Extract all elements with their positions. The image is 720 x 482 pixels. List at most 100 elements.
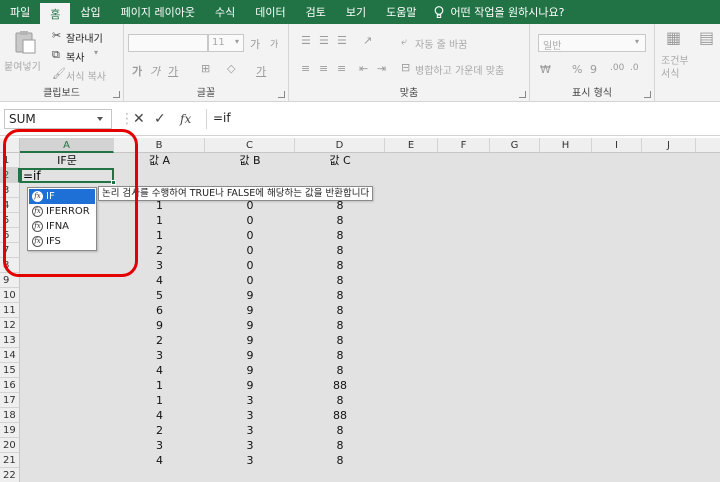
cell-d14[interactable]: 8 (295, 348, 385, 363)
cell-c21[interactable]: 3 (205, 453, 295, 468)
cell-c9[interactable]: 0 (205, 273, 295, 288)
name-box[interactable]: SUM (4, 109, 112, 129)
column-header-h[interactable]: H (540, 138, 592, 153)
cell-c6[interactable]: 0 (205, 228, 295, 243)
align-bottom-icon[interactable]: ☰ (337, 34, 347, 47)
cell-d19[interactable]: 8 (295, 423, 385, 438)
cell-b16[interactable]: 1 (114, 378, 205, 393)
tab-home[interactable]: 홈 (40, 3, 71, 24)
fill-color-icon[interactable]: ◇ (227, 62, 235, 75)
underline-button[interactable]: 가 (168, 63, 178, 79)
row-header-17[interactable]: 17 (0, 393, 20, 408)
cell-c11[interactable]: 9 (205, 303, 295, 318)
cell-b15[interactable]: 4 (114, 363, 205, 378)
row-header-4[interactable]: 4 (0, 198, 20, 213)
row-header-21[interactable]: 21 (0, 453, 20, 468)
cell-d18[interactable]: 88 (295, 408, 385, 423)
cell-b18[interactable]: 4 (114, 408, 205, 423)
cell-b9[interactable]: 4 (114, 273, 205, 288)
cell-b14[interactable]: 3 (114, 348, 205, 363)
row-header-13[interactable]: 13 (0, 333, 20, 348)
bold-button[interactable]: 가 (132, 63, 142, 79)
cell-b5[interactable]: 1 (114, 213, 205, 228)
column-header-d[interactable]: D (295, 138, 385, 153)
cell-d5[interactable]: 8 (295, 213, 385, 228)
align-left-icon[interactable]: ≡ (301, 62, 310, 75)
cell-d6[interactable]: 8 (295, 228, 385, 243)
cell-d7[interactable]: 8 (295, 243, 385, 258)
row-header-2[interactable]: 2 (0, 168, 20, 183)
cell-c17[interactable]: 3 (205, 393, 295, 408)
cell-b12[interactable]: 9 (114, 318, 205, 333)
cell-d15[interactable]: 8 (295, 363, 385, 378)
cell-b17[interactable]: 1 (114, 393, 205, 408)
tab-insert[interactable]: 삽입 (70, 0, 110, 24)
font-launcher-icon[interactable] (278, 91, 285, 98)
row-header-9[interactable]: 9 (0, 273, 20, 288)
cell-c18[interactable]: 3 (205, 408, 295, 423)
cancel-entry-button[interactable]: ✕ (133, 111, 145, 127)
tab-file[interactable]: 파일 (0, 0, 40, 24)
cell-edit-text[interactable]: =if (23, 169, 41, 183)
row-header-15[interactable]: 15 (0, 363, 20, 378)
cell-d13[interactable]: 8 (295, 333, 385, 348)
font-color-button[interactable]: 가 (256, 63, 266, 79)
tab-view[interactable]: 보기 (336, 0, 376, 24)
tab-data[interactable]: 데이터 (245, 0, 295, 24)
autocomplete-item-ifs[interactable]: fx IFS (29, 234, 95, 249)
cell-c12[interactable]: 9 (205, 318, 295, 333)
cell-c19[interactable]: 3 (205, 423, 295, 438)
row-header-14[interactable]: 14 (0, 348, 20, 363)
borders-icon[interactable]: ⊞ (201, 62, 210, 75)
row-header-5[interactable]: 5 (0, 213, 20, 228)
autocomplete-item-if[interactable]: fx IF (29, 189, 95, 204)
alignment-launcher-icon[interactable] (519, 91, 526, 98)
tab-page-layout[interactable]: 페이지 레이아웃 (111, 0, 205, 24)
cell-c14[interactable]: 9 (205, 348, 295, 363)
cell-c7[interactable]: 0 (205, 243, 295, 258)
cell-d17[interactable]: 8 (295, 393, 385, 408)
font-name-select[interactable] (128, 34, 208, 52)
indent-increase-icon[interactable]: ⇥ (377, 62, 386, 75)
font-size-select[interactable]: 11 ▾ (208, 34, 244, 52)
decrease-decimal-icon[interactable]: .0 (630, 63, 639, 73)
cell-c13[interactable]: 9 (205, 333, 295, 348)
format-as-table-icon[interactable]: ▤ (699, 28, 714, 47)
align-middle-icon[interactable]: ☰ (319, 34, 329, 47)
increase-decimal-icon[interactable]: .00 (610, 63, 624, 73)
row-header-10[interactable]: 10 (0, 288, 20, 303)
header-cell-d[interactable]: 값 C (295, 153, 385, 168)
cell-d8[interactable]: 8 (295, 258, 385, 273)
cell-d9[interactable]: 8 (295, 273, 385, 288)
cell-b19[interactable]: 2 (114, 423, 205, 438)
cell-d16[interactable]: 88 (295, 378, 385, 393)
worksheet-grid[interactable]: ABCDEFGHIJK 1234567891011121314151617181… (0, 138, 720, 482)
header-cell-b[interactable]: 값 A (114, 153, 205, 168)
column-header-i[interactable]: I (592, 138, 642, 153)
comma-button[interactable]: 9 (590, 63, 597, 76)
fill-handle[interactable] (111, 180, 116, 185)
tab-formulas[interactable]: 수식 (205, 0, 245, 24)
cell-b8[interactable]: 3 (114, 258, 205, 273)
row-header-11[interactable]: 11 (0, 303, 20, 318)
insert-function-button[interactable]: fx (180, 112, 191, 126)
cell-c8[interactable]: 0 (205, 258, 295, 273)
cell-c20[interactable]: 3 (205, 438, 295, 453)
header-cell-c[interactable]: 값 B (205, 153, 295, 168)
cell-d12[interactable]: 8 (295, 318, 385, 333)
cell-b10[interactable]: 5 (114, 288, 205, 303)
tell-me-search[interactable]: 어떤 작업을 원하시나요? (426, 0, 565, 24)
row-header-22[interactable]: 22 (0, 468, 20, 482)
number-launcher-icon[interactable] (644, 91, 651, 98)
column-header-b[interactable]: B (114, 138, 205, 153)
italic-button[interactable]: 가 (150, 63, 160, 79)
column-header-g[interactable]: G (490, 138, 540, 153)
row-header-18[interactable]: 18 (0, 408, 20, 423)
column-header-k[interactable]: K (696, 138, 720, 153)
align-center-icon[interactable]: ≡ (319, 62, 328, 75)
tab-review[interactable]: 검토 (296, 0, 336, 24)
conditional-formatting-button[interactable]: ▦ 조건부 서식 (659, 28, 693, 80)
cell-b21[interactable]: 4 (114, 453, 205, 468)
currency-icon[interactable]: ₩ (540, 63, 551, 76)
row-header-6[interactable]: 6 (0, 228, 20, 243)
